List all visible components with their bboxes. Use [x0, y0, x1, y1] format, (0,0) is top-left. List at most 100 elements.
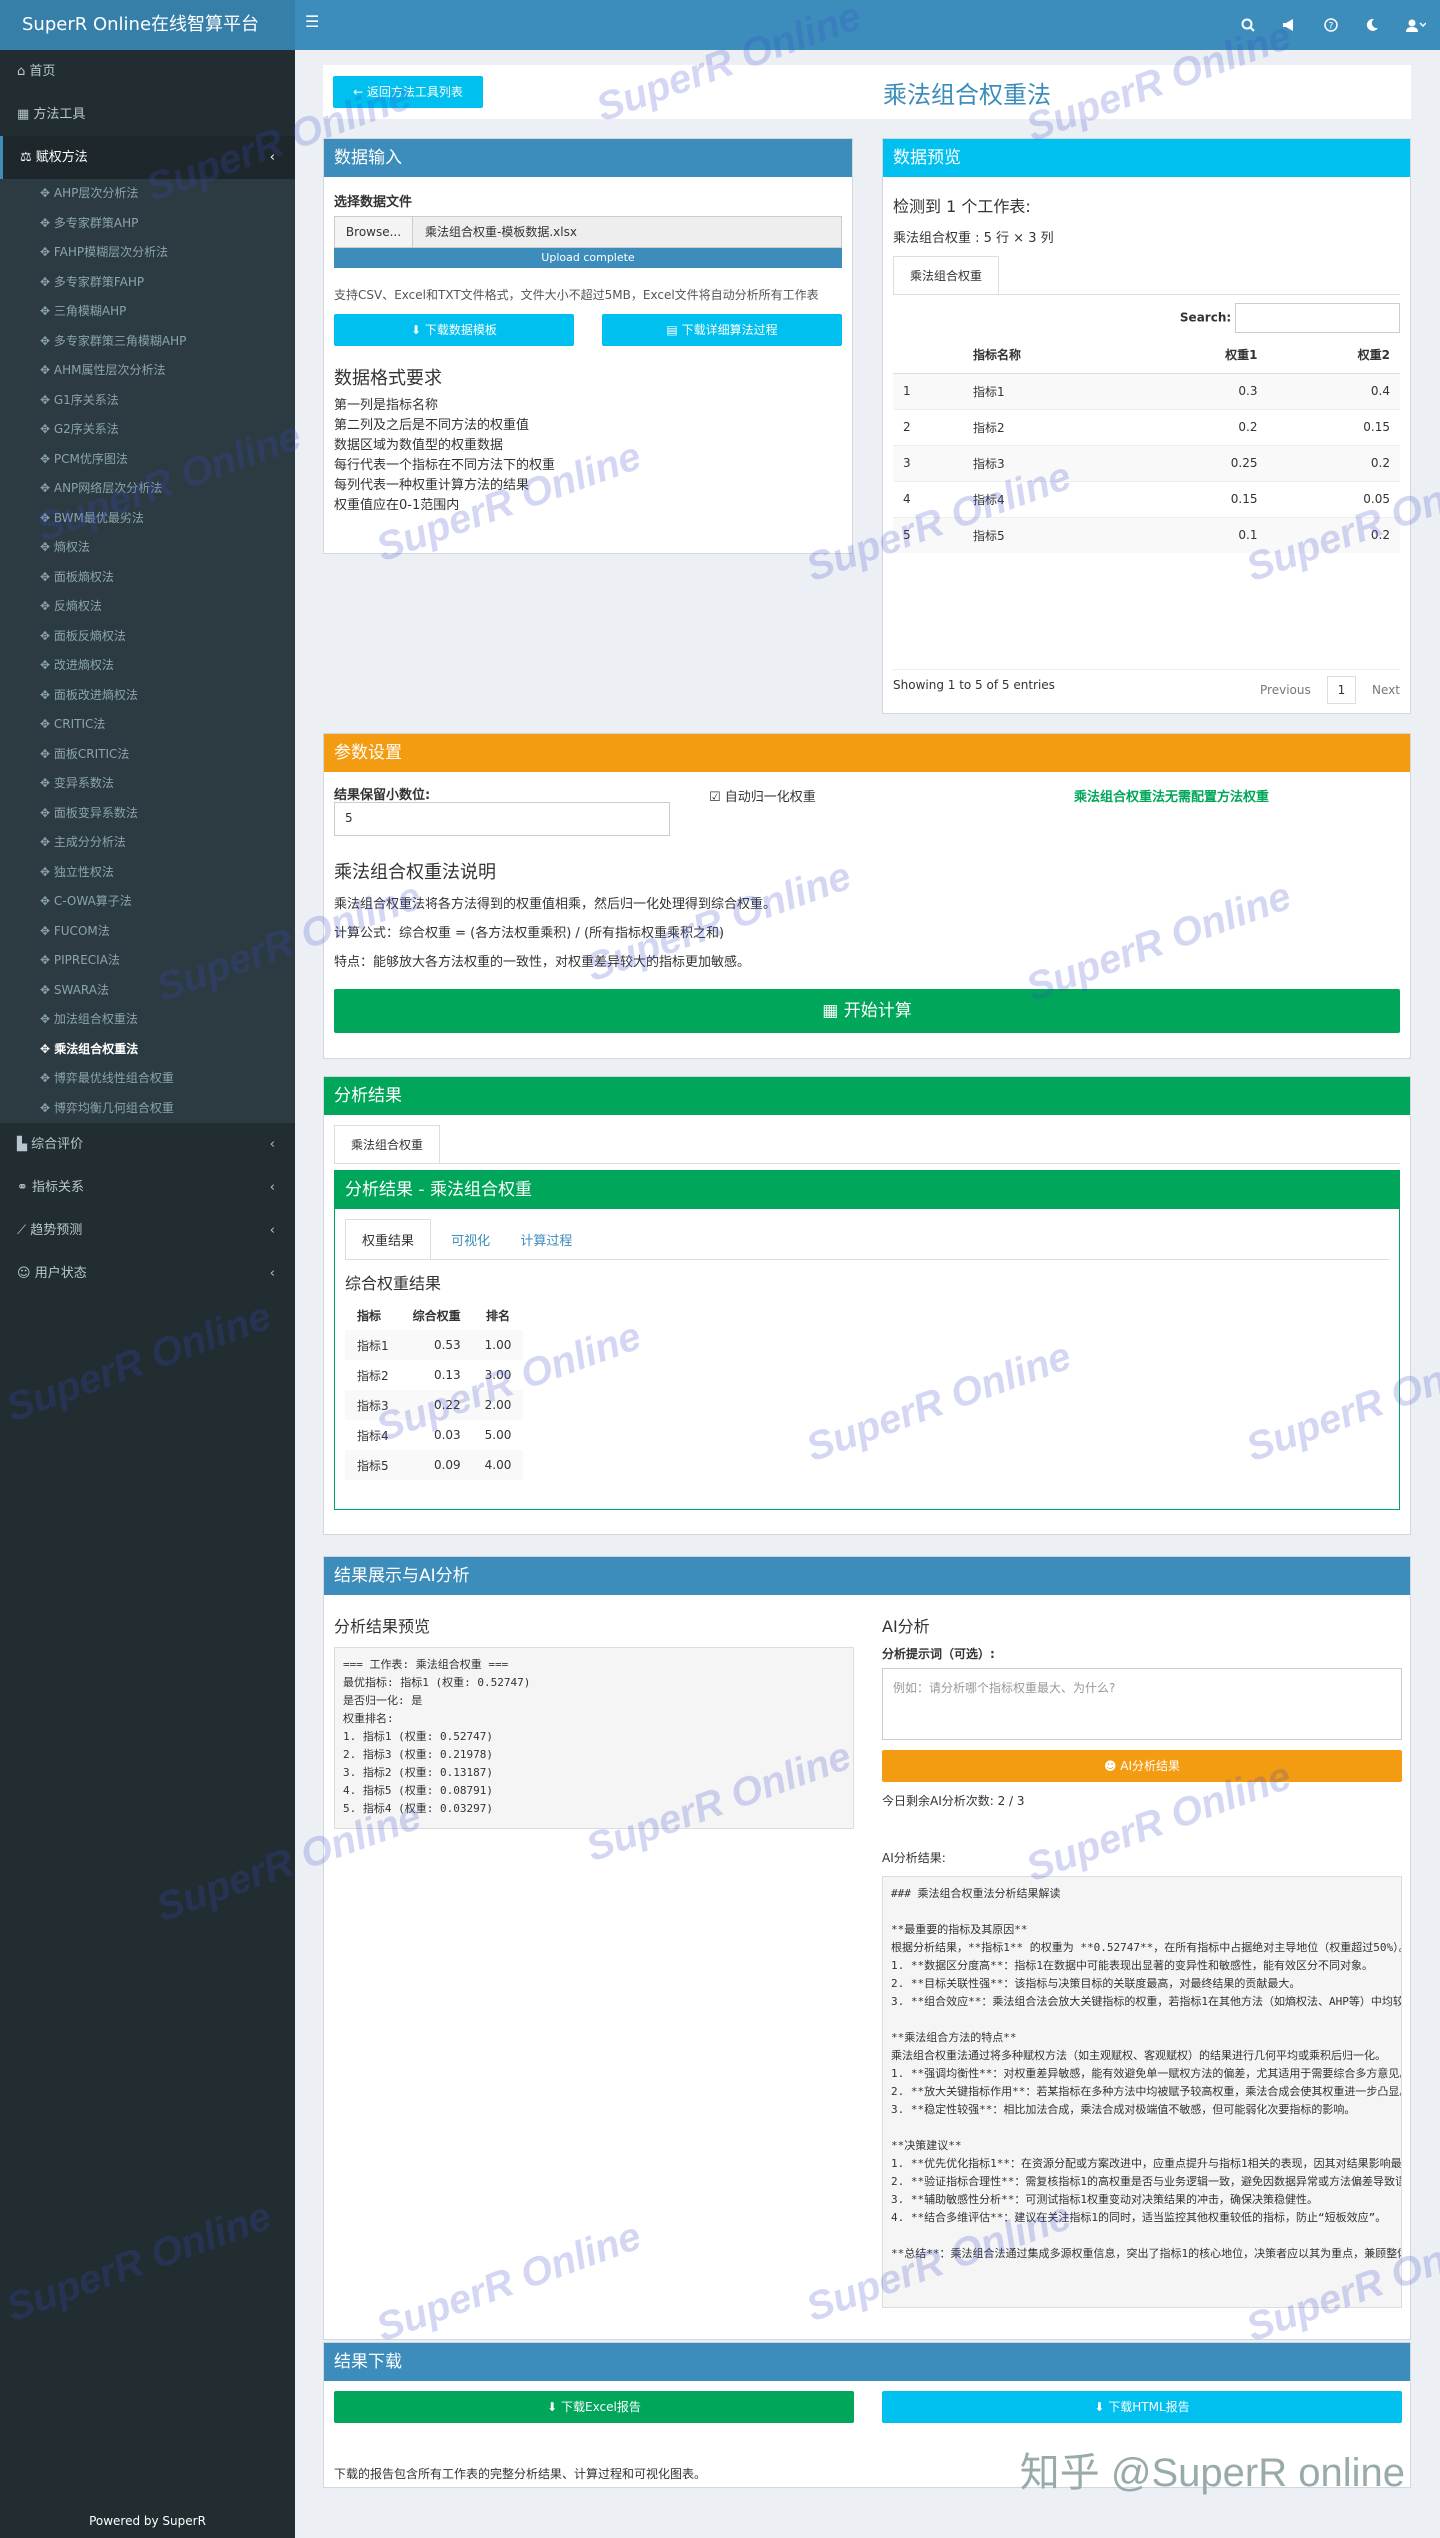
- sidebar-subitem[interactable]: ✥ 加法组合权重法: [0, 1005, 295, 1035]
- normalize-checkbox[interactable]: ☑ 自动归一化权重: [709, 786, 816, 805]
- ai-result-label: AI分析结果:: [882, 1851, 946, 1865]
- sidebar-subitem[interactable]: ✥ CRITIC法: [0, 710, 295, 740]
- help-icon[interactable]: ?: [1324, 18, 1338, 32]
- start-button[interactable]: ▦ 开始计算: [334, 989, 1400, 1033]
- user-menu-icon[interactable]: [1406, 18, 1426, 32]
- decimal-input[interactable]: 5: [334, 802, 670, 836]
- sidebar-subitem[interactable]: ✥ 多专家群策AHP: [0, 209, 295, 239]
- app-logo[interactable]: SuperR Online在线智算平台: [0, 0, 295, 50]
- sidebar-subitem[interactable]: ✥ G1序关系法: [0, 386, 295, 416]
- sidebar-toggle-icon[interactable]: ☰: [305, 12, 319, 31]
- tab-visualization[interactable]: 可视化: [435, 1220, 506, 1259]
- chevron-left-icon: ‹: [269, 1223, 275, 1238]
- sidebar-subitem[interactable]: ✥ PCM优序图法: [0, 445, 295, 475]
- sidebar-subitem[interactable]: ✥ 面板CRITIC法: [0, 740, 295, 770]
- tab-process[interactable]: 计算过程: [510, 1220, 582, 1259]
- table-cell: 0.2: [1370, 528, 1390, 543]
- column-header[interactable]: [893, 337, 963, 373]
- sidebar-item-forecast[interactable]: ⟋ 趋势预测 ‹: [0, 1209, 295, 1252]
- sidebar-subitem[interactable]: ✥ 三角模糊AHP: [0, 297, 295, 327]
- sidebar-subitem[interactable]: ✥ SWARA法: [0, 976, 295, 1006]
- pagination-page[interactable]: 1: [1326, 676, 1357, 704]
- column-header[interactable]: 权重1: [1135, 337, 1267, 373]
- sidebar-subitem[interactable]: ✥ C-OWA算子法: [0, 887, 295, 917]
- format-line: 每行代表一个指标在不同方法下的权重: [334, 458, 556, 473]
- sidebar-subitem[interactable]: ✥ FUCOM法: [0, 917, 295, 947]
- sidebar-subitem[interactable]: ✥ 面板变异系数法: [0, 799, 295, 829]
- back-button[interactable]: ← 返回方法工具列表: [333, 76, 483, 108]
- sidebar-item-weighting[interactable]: ⚖ 赋权方法 ‹: [0, 136, 295, 179]
- format-list: 第一列是指标名称 第二列及之后是不同方法的权重值 数据区域为数值型的权重数据 每行代表…: [334, 396, 842, 516]
- sidebar-subitem[interactable]: ✥ 多专家群策FAHP: [0, 268, 295, 298]
- move-icon: ✥: [40, 1041, 55, 1056]
- pagination-previous[interactable]: Previous: [1260, 683, 1311, 697]
- sidebar-subitem[interactable]: ✥ G2序关系法: [0, 415, 295, 445]
- ai-result-text[interactable]: ### 乘法组合权重法分析结果解读 **最重要的指标及其原因** 根据分析结果，…: [882, 1876, 1402, 2308]
- moon-icon[interactable]: [1365, 18, 1379, 32]
- sidebar-subitem[interactable]: ✥ 熵权法: [0, 533, 295, 563]
- sidebar-subitem[interactable]: ✥ 博弈最优线性组合权重: [0, 1064, 295, 1094]
- download-template-button[interactable]: ⬇ 下载数据模板: [334, 314, 574, 346]
- result-table: 指标 综合权重 排名 指标1 0.53 1.00 指标2 0.13 3.00 指标3 0.22 2.…: [345, 1300, 524, 1480]
- sidebar-subitem[interactable]: ✥ AHM属性层次分析法: [0, 356, 295, 386]
- move-icon: ✥: [40, 510, 54, 525]
- download-icon: ⬇: [547, 2400, 562, 2414]
- desc-line: 特点：能够放大各方法权重的一致性，对权重差异较大的指标更加敏感。: [334, 955, 751, 970]
- sidebar-item-home[interactable]: ⌂ 首页: [0, 50, 295, 93]
- sidebar-subitem[interactable]: ✥ 独立性权法: [0, 858, 295, 888]
- tab-weights[interactable]: 权重结果: [345, 1219, 432, 1259]
- sidebar-item-user[interactable]: ☺ 用户状态 ‹: [0, 1252, 295, 1295]
- sidebar-item-evaluation[interactable]: ▙ 综合评价 ‹: [0, 1123, 295, 1166]
- sidebar-subitem[interactable]: ✥ PIPRECIA法: [0, 946, 295, 976]
- sidebar-subitem[interactable]: ✥ 变异系数法: [0, 769, 295, 799]
- sidebar-subitem[interactable]: ✥ 多专家群策三角模糊AHP: [0, 327, 295, 357]
- move-icon: ✥: [40, 422, 54, 436]
- sidebar-subitem[interactable]: ✥ 博弈均衡几何组合权重: [0, 1094, 295, 1124]
- document-icon: ▤: [666, 323, 682, 337]
- table-row: 4 指标4 0.15 0.05: [893, 481, 1400, 517]
- tab-sheet[interactable]: 乘法组合权重: [893, 256, 1000, 294]
- page-header: ← 返回方法工具列表 乘法组合权重法: [323, 65, 1411, 119]
- table-cell: 4: [903, 492, 911, 506]
- download-excel-button[interactable]: ⬇ 下载Excel报告: [334, 2391, 854, 2423]
- sidebar-subitem[interactable]: ✥ 反熵权法: [0, 592, 295, 622]
- move-icon: ✥: [40, 333, 54, 348]
- table-cell: 0.2: [1238, 420, 1258, 434]
- sidebar-subitem[interactable]: ✥ ANP网络层次分析法: [0, 474, 295, 504]
- move-icon: ✥: [40, 864, 54, 879]
- pagination-next[interactable]: Next: [1372, 683, 1400, 697]
- result-preview-text: === 工作表: 乘法组合权重 === 最优指标: 指标1 (权重: 0.527…: [334, 1647, 854, 1829]
- download-html-button[interactable]: ⬇ 下载HTML报告: [882, 2391, 1402, 2423]
- panel-title: 结果下载: [324, 2343, 1410, 2381]
- megaphone-icon[interactable]: [1282, 18, 1297, 32]
- browse-button[interactable]: Browse...: [335, 217, 413, 247]
- search-icon[interactable]: [1241, 18, 1255, 32]
- tab-result-sheet[interactable]: 乘法组合权重: [334, 1125, 441, 1163]
- table-row: 3 指标3 0.25 0.2: [893, 445, 1400, 481]
- sidebar-item-relation[interactable]: ⚭ 指标关系 ‹: [0, 1166, 295, 1209]
- table-cell: 指标5: [972, 528, 1005, 543]
- prompt-textarea[interactable]: 例如：请分析哪个指标权重最大、为什么?: [882, 1668, 1402, 1740]
- move-icon: ✥: [40, 628, 54, 643]
- data-preview-panel: 数据预览 检测到 1 个工作表: 乘法组合权重 : 5 行 × 3 列 乘法组合…: [882, 138, 1411, 714]
- sidebar-subitem[interactable]: ✥ 改进熵权法: [0, 651, 295, 681]
- sidebar-subitem[interactable]: ✥ FAHP模糊层次分析法: [0, 238, 295, 268]
- sidebar-subitem[interactable]: ✥ 面板改进熵权法: [0, 681, 295, 711]
- sidebar-subitem[interactable]: ✥ 主成分分析法: [0, 828, 295, 858]
- sidebar-item-tools[interactable]: ▦ 方法工具: [0, 93, 295, 136]
- powered-by: Powered by SuperR: [89, 2514, 206, 2528]
- sidebar-subitem[interactable]: ✥ 面板反熵权法: [0, 622, 295, 652]
- search-input[interactable]: [1235, 303, 1400, 333]
- table-cell: 0.15: [1363, 420, 1390, 434]
- sidebar-subitem[interactable]: ✥ BWM最优最劣法: [0, 504, 295, 534]
- sidebar: ⌂ 首页 ▦ 方法工具 ⚖ 赋权方法 ‹ ✥ AHP层次分析法 ✥ 多专家群策AHP…: [0, 50, 295, 2538]
- column-header[interactable]: 权重2: [1268, 337, 1401, 373]
- ai-analyze-button[interactable]: ☻ AI分析结果: [882, 1750, 1402, 1782]
- method-note: 乘法组合权重法无需配置方法权重: [1074, 790, 1270, 805]
- download-icon: ⬇: [1094, 2400, 1109, 2414]
- sidebar-subitem[interactable]: ✥ 乘法组合权重法: [0, 1035, 295, 1065]
- sidebar-subitem[interactable]: ✥ 面板熵权法: [0, 563, 295, 593]
- sidebar-subitem[interactable]: ✥ AHP层次分析法: [0, 179, 295, 209]
- column-header[interactable]: 指标名称: [963, 337, 1135, 373]
- download-algorithm-button[interactable]: ▤ 下载详细算法过程: [602, 314, 842, 346]
